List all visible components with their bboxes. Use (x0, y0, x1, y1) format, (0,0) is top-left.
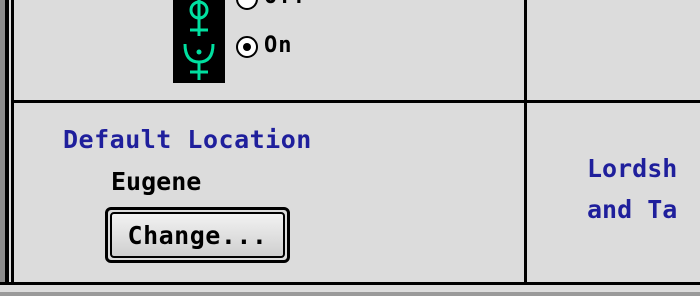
default-location-title: Default Location (63, 125, 312, 154)
row-divider (14, 100, 700, 103)
change-location-button[interactable]: Change... (105, 207, 290, 263)
radio-on-label: On (264, 33, 293, 58)
right-panel-heading-line1: Lordsh (587, 154, 678, 183)
column-divider (524, 0, 527, 282)
panel-border-left (11, 0, 14, 296)
radio-on[interactable] (236, 36, 258, 58)
default-location-value: Eugene (111, 167, 202, 196)
astrology-glyph-icon (173, 0, 225, 83)
right-panel-heading-line2: and Ta (587, 195, 678, 224)
change-location-button-label: Change... (110, 212, 285, 258)
radio-selected-dot (243, 43, 251, 51)
radio-off[interactable] (236, 0, 258, 10)
window-frame-bottom-edge (0, 292, 700, 296)
radio-off-label: Off (264, 0, 307, 9)
